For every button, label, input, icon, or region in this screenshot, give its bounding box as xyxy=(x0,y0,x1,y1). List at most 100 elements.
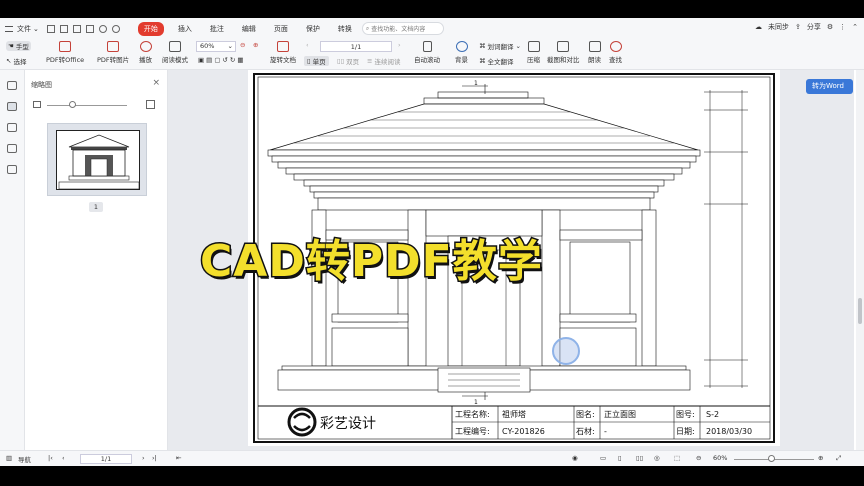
first-page-icon[interactable]: |‹ xyxy=(48,454,53,462)
print-icon[interactable] xyxy=(72,24,81,33)
close-icon[interactable]: × xyxy=(152,78,160,88)
pdf-to-office-button[interactable]: PDF转Office xyxy=(46,41,84,64)
nav-label[interactable]: 导航 xyxy=(18,454,31,464)
pdf-to-image-button[interactable]: PDF转图片 xyxy=(97,41,129,64)
prev-page-button[interactable]: ‹ xyxy=(306,41,309,49)
slider-knob[interactable] xyxy=(69,101,76,108)
full-translate-button[interactable]: ⌘ 全文翻译 xyxy=(479,56,514,66)
tab-protect[interactable]: 保护 xyxy=(302,22,324,36)
page-number-input[interactable]: 1/1 xyxy=(320,41,392,52)
read-mode-button[interactable]: 阅读模式 xyxy=(162,41,188,64)
zoom-out-button[interactable]: ⊖ xyxy=(240,41,245,49)
search-input[interactable]: ⌕ 查找功能、文档内容 xyxy=(361,22,444,35)
rotate-document-button[interactable]: 旋转文档 xyxy=(270,41,296,64)
letterbox-top xyxy=(0,0,864,18)
compress-icon xyxy=(527,41,540,52)
tab-insert[interactable]: 插入 xyxy=(174,22,196,36)
read-aloud-label: 朗读 xyxy=(588,56,601,64)
cursor-icon: ↖ xyxy=(6,57,12,65)
pdf-to-office-label: PDF转Office xyxy=(46,56,85,64)
screenshot-compare-button[interactable]: 截图和对比 xyxy=(547,41,580,64)
grid-icon[interactable]: ▦ xyxy=(237,56,243,64)
back-icon[interactable]: ⇤ xyxy=(176,454,181,462)
menu-bar: 文件 ⌄ 开始 插入 批注 编辑 页面 保护 转换 ⌕ 查找功能、文档内容 ☁ 未… xyxy=(0,18,864,39)
comment-icon[interactable] xyxy=(7,123,17,132)
thumbnail-icon[interactable] xyxy=(7,102,17,111)
continuous-view-icon[interactable]: ◎ xyxy=(654,454,660,462)
double-page-button[interactable]: ▯▯ 双页 xyxy=(337,56,359,66)
tab-annotate[interactable]: 批注 xyxy=(206,22,228,36)
bookmark-icon[interactable] xyxy=(7,81,17,90)
read-aloud-button[interactable]: 朗读 xyxy=(588,41,601,64)
eye-icon[interactable]: ◉ xyxy=(572,454,578,462)
background-button[interactable]: 背景 xyxy=(455,41,468,64)
status-zoom-value[interactable]: 60% xyxy=(713,454,727,462)
drawing-no-label: 图号: xyxy=(676,410,695,419)
drawing-name-value: 正立面图 xyxy=(604,409,636,419)
chevron-right-icon: › xyxy=(398,41,401,49)
prev-page-icon[interactable]: ‹ xyxy=(62,454,65,462)
zoom-select[interactable]: 60% ⌄ xyxy=(196,41,236,52)
save-icon[interactable] xyxy=(59,24,68,33)
open-icon[interactable] xyxy=(46,24,55,33)
signature-icon[interactable] xyxy=(7,165,17,174)
last-page-icon[interactable]: ›| xyxy=(152,454,157,462)
fit-page-icon[interactable]: ▣ xyxy=(198,56,204,64)
view-tools: ▣ ▤ ▢ ↺ ↻ ▦ xyxy=(198,56,244,64)
sync-status[interactable]: 未同步 xyxy=(768,22,789,32)
translate-doc-icon: ⌘ xyxy=(479,57,486,65)
find-button[interactable]: 查找 xyxy=(609,41,622,64)
rotate-left-icon[interactable]: ↺ xyxy=(222,56,227,64)
file-menu[interactable]: 文件 ⌄ xyxy=(17,24,39,34)
tab-convert[interactable]: 转换 xyxy=(334,22,356,36)
single-page-icon: ▯ xyxy=(307,57,311,65)
compress-button[interactable]: 压缩 xyxy=(527,41,540,64)
assistant-bubble-icon[interactable] xyxy=(552,337,580,365)
export-icon[interactable] xyxy=(85,24,94,33)
project-no-value: CY-201826 xyxy=(502,427,545,436)
single-page-button[interactable]: ▯ 单页 xyxy=(304,56,329,66)
fit-icon[interactable]: ⬚ xyxy=(674,454,680,462)
double-view-icon[interactable]: ▯▯ xyxy=(636,454,643,462)
menu-right: ☁ 未同步 ⇪ 分享 ⚙ ⋮ ⌃ xyxy=(755,22,858,32)
undo-icon[interactable] xyxy=(98,24,107,33)
auto-scroll-button[interactable]: 自动滚动 xyxy=(414,41,440,64)
tab-page[interactable]: 页面 xyxy=(270,22,292,36)
continuous-read-button[interactable]: ≡ 连续阅读 xyxy=(367,56,400,66)
scrollbar-thumb[interactable] xyxy=(858,298,862,324)
hand-tool-button[interactable]: ☚ 手型 xyxy=(6,41,31,51)
thumbnail-drawing xyxy=(56,130,140,190)
more-icon[interactable]: ⋮ xyxy=(839,23,846,31)
redo-icon[interactable] xyxy=(111,24,120,33)
nav-icon[interactable]: ▥ xyxy=(6,454,12,462)
attachment-icon[interactable] xyxy=(7,144,17,153)
word-translate-button[interactable]: ⌘ 划词翻译 ⌄ xyxy=(479,41,521,51)
tab-edit[interactable]: 编辑 xyxy=(238,22,260,36)
zoom-in-icon[interactable]: ⊕ xyxy=(818,454,823,462)
fit-width-icon[interactable]: ▤ xyxy=(206,56,212,64)
menu-icon[interactable] xyxy=(5,25,13,32)
next-page-button[interactable]: › xyxy=(398,41,401,49)
status-page-input[interactable]: 1/1 xyxy=(80,454,132,464)
view-mode-icon[interactable]: ▭ xyxy=(600,454,606,462)
zoom-value: 60% xyxy=(200,42,215,50)
next-page-icon[interactable]: › xyxy=(142,454,145,462)
fullscreen-icon[interactable]: ⤢ xyxy=(836,454,841,463)
vertical-scrollbar[interactable] xyxy=(856,70,864,450)
to-word-button[interactable]: 转为Word xyxy=(806,79,853,94)
zoom-out-icon[interactable]: ⊖ xyxy=(696,454,701,462)
bottom-section-mark: 1 xyxy=(474,399,478,406)
tab-start[interactable]: 开始 xyxy=(137,21,164,36)
page-thumbnail[interactable] xyxy=(47,123,147,196)
settings-icon[interactable]: ⚙ xyxy=(827,23,833,31)
select-tool-button[interactable]: ↖ 选择 xyxy=(6,56,26,66)
actual-size-icon[interactable]: ▢ xyxy=(214,56,220,64)
thumbnail-size-slider[interactable] xyxy=(33,100,161,110)
share-button[interactable]: 分享 xyxy=(807,22,821,32)
collapse-icon[interactable]: ⌃ xyxy=(852,23,858,31)
single-view-icon[interactable]: ▯ xyxy=(618,454,622,462)
play-button[interactable]: 播放 xyxy=(139,41,152,64)
zoom-slider-knob[interactable] xyxy=(768,455,775,462)
zoom-in-button[interactable]: ⊕ xyxy=(253,41,258,49)
rotate-right-icon[interactable]: ↻ xyxy=(230,56,235,64)
